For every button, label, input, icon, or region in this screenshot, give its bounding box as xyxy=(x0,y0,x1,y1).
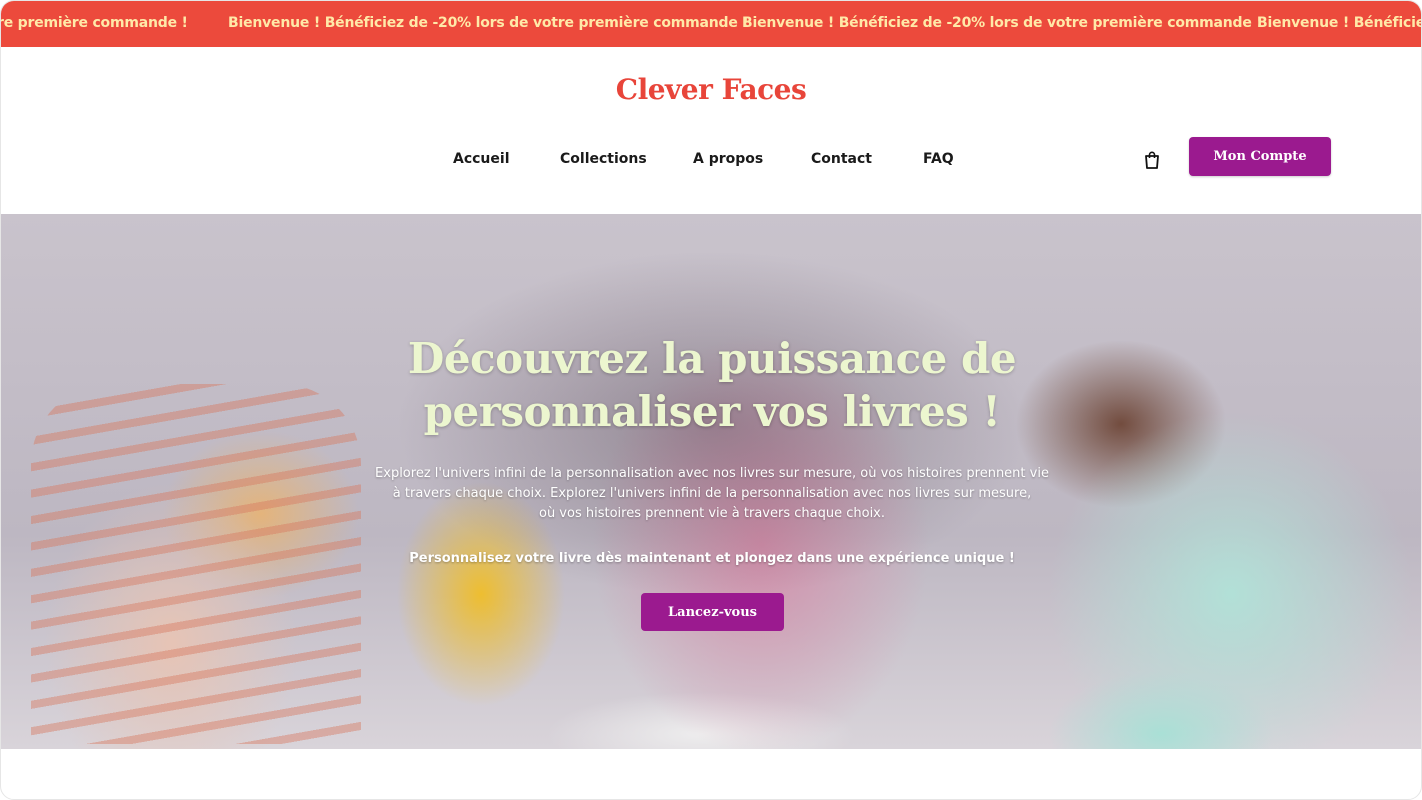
page-frame: re première commande ! Bienvenue ! Bénéf… xyxy=(0,0,1422,800)
hero-title-line: Découvrez la puissance de xyxy=(407,334,1017,383)
announcement-message: re première commande ! xyxy=(1,15,188,31)
nav-item-contact[interactable]: Contact xyxy=(811,151,872,167)
hero-cta-text: Personnalisez votre livre dès maintenant… xyxy=(409,551,1015,566)
shopping-bag-icon[interactable] xyxy=(1143,150,1161,170)
hero-description-line: à travers chaque choix. Explorez l'unive… xyxy=(392,486,1032,501)
hero-banner: Découvrez la puissance de personnaliser … xyxy=(1,214,1421,749)
hero-title: Découvrez la puissance de personnaliser … xyxy=(1,332,1421,438)
hero-title-line: personnaliser vos livres ! xyxy=(423,387,1001,436)
announcement-message: Bienvenue ! Bénéficiez de -20% lors de v… xyxy=(228,15,749,31)
brand-logo[interactable]: Clever Faces xyxy=(1,73,1421,106)
hero-description: Explorez l'univers infini de la personna… xyxy=(361,464,1063,524)
hero-description-line: Explorez l'univers infini de la personna… xyxy=(375,466,1049,481)
announcement-bar: re première commande ! Bienvenue ! Bénéf… xyxy=(1,1,1421,47)
hero-description-line: où vos histoires prennent vie à travers … xyxy=(538,506,886,521)
nav-item-collections[interactable]: Collections xyxy=(560,151,647,167)
announcement-message: Bienvenue ! Bénéficiez de -20% lors de v… xyxy=(742,15,1263,31)
nav-item-accueil[interactable]: Accueil xyxy=(453,151,510,167)
announcement-message: Bienvenue ! Bénéficiez de -20% lors de v… xyxy=(1257,15,1421,31)
account-button[interactable]: Mon Compte xyxy=(1189,137,1331,176)
launch-button[interactable]: Lancez-vous xyxy=(641,593,784,631)
nav-item-a-propos[interactable]: A propos xyxy=(693,151,763,167)
nav-item-faq[interactable]: FAQ xyxy=(923,151,954,167)
